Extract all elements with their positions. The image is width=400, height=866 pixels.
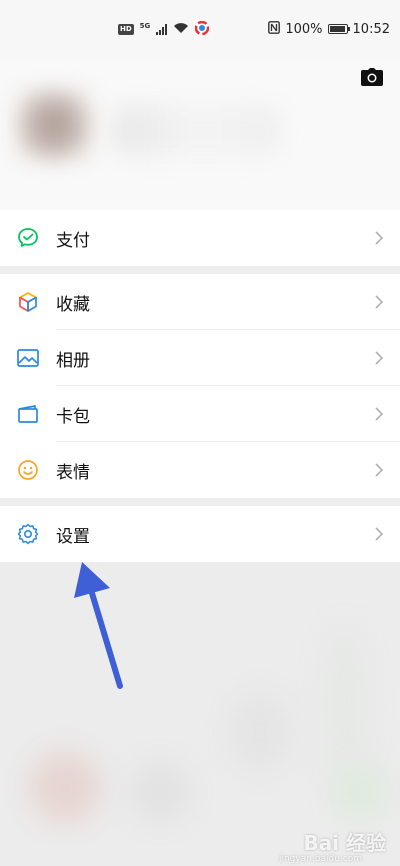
chevron-right-icon <box>374 230 384 246</box>
chevron-right-icon <box>374 294 384 310</box>
menu-label-emoji: 表情 <box>56 462 90 483</box>
clock: 10:52 <box>352 21 390 37</box>
favorites-cube-icon <box>16 290 40 314</box>
card-wallet-icon <box>16 402 40 426</box>
chevron-right-icon <box>374 406 384 422</box>
app-notification-icon <box>195 20 210 38</box>
network-label: 5G <box>139 22 151 30</box>
menu-label-pay: 支付 <box>56 230 90 251</box>
menu-item-album[interactable]: 相册 <box>0 330 400 386</box>
wechat-pay-icon <box>16 226 40 250</box>
menu-label-favorites: 收藏 <box>56 294 90 315</box>
wifi-icon <box>173 22 189 37</box>
menu-item-card-wallet[interactable]: 卡包 <box>0 386 400 442</box>
menu-item-pay[interactable]: 支付 <box>0 210 400 266</box>
menu-label-card-wallet: 卡包 <box>56 406 90 427</box>
menu-item-settings[interactable]: 设置 <box>0 506 400 562</box>
blurred-background <box>0 562 400 866</box>
battery-icon <box>327 24 350 34</box>
menu-group-pay: 支付 <box>0 210 400 266</box>
watermark-url: jingyan.baidu.com <box>278 854 362 864</box>
nfc-icon <box>268 20 281 38</box>
menu-item-emoji[interactable]: 表情 <box>0 442 400 498</box>
album-image-icon <box>16 346 40 370</box>
blurred-shape <box>30 752 100 822</box>
camera-icon[interactable] <box>360 66 384 88</box>
emoji-smile-icon <box>16 458 40 482</box>
chevron-right-icon <box>374 526 384 542</box>
blurred-shape <box>230 692 290 772</box>
blurred-shape <box>330 762 390 822</box>
profile-header[interactable] <box>0 60 400 210</box>
menu-item-favorites[interactable]: 收藏 <box>0 274 400 330</box>
blurred-shape <box>130 762 190 822</box>
profile-name-blurred <box>112 104 282 156</box>
menu-label-settings: 设置 <box>56 526 90 547</box>
menu-group-settings: 设置 <box>0 506 400 562</box>
hd-badge: HD <box>118 23 134 35</box>
blurred-shape <box>320 622 370 782</box>
status-right: 100% 10:52 <box>268 20 390 38</box>
chevron-right-icon <box>374 350 384 366</box>
battery-percent: 100% <box>285 21 323 37</box>
chevron-right-icon <box>374 462 384 478</box>
status-icons: HD 5G <box>118 20 210 38</box>
menu-label-album: 相册 <box>56 350 90 371</box>
signal-icon <box>156 23 168 35</box>
menu-group-main: 收藏 相册 卡包 表情 <box>0 274 400 498</box>
avatar[interactable] <box>14 88 94 162</box>
settings-gear-icon <box>16 522 40 546</box>
watermark: Bai 经验 <box>303 831 386 855</box>
status-bar: HD 5G 100% 10:52 <box>0 0 400 60</box>
